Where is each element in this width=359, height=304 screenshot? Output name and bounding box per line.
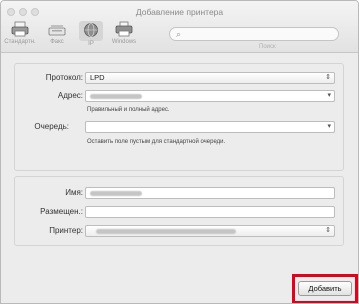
windows-printer-icon	[115, 21, 133, 37]
add-button-highlight	[292, 274, 358, 303]
address-value-redacted	[90, 93, 142, 99]
add-printer-window: Добавление принтера Стандартн. Факс IP W…	[0, 0, 359, 304]
fax-icon	[48, 25, 66, 36]
search-label: Поиск	[259, 44, 276, 50]
search-icon: ⌕	[176, 29, 182, 39]
name-label: Имя:	[65, 188, 83, 197]
window-title: Добавление принтера	[135, 7, 224, 17]
popup-arrows-icon: ⇕	[325, 74, 331, 81]
location-field[interactable]	[85, 206, 335, 218]
search-field[interactable]: ⌕	[169, 27, 339, 41]
protocol-select[interactable]: LPD ⇕	[85, 72, 335, 84]
toolbar-default-label: Стандартн.	[4, 39, 36, 45]
chevron-down-icon[interactable]: ▾	[327, 91, 331, 101]
globe-icon	[84, 23, 98, 37]
toolbar-ip-selected	[79, 21, 103, 41]
printer-driver-value-redacted	[96, 228, 236, 234]
location-label: Размещен.:	[40, 207, 83, 216]
toolbar-fax-label: Факс	[50, 39, 64, 45]
name-field[interactable]	[85, 187, 335, 199]
address-hint: Правильный и полный адрес.	[87, 107, 170, 113]
address-field[interactable]: ▾	[85, 90, 335, 102]
chevron-down-icon[interactable]: ▾	[327, 122, 331, 132]
toolbar-default-button[interactable]: Стандартн.	[3, 21, 37, 45]
protocol-label: Протокол:	[45, 73, 83, 82]
queue-hint: Оставить поле пустым для стандартной оче…	[87, 139, 226, 145]
titlebar: Добавление принтера Стандартн. Факс IP W…	[1, 1, 358, 53]
connection-panel: Протокол: LPD ⇕ Адрес: ▾ Правильный и по…	[14, 63, 344, 171]
toolbar-windows-label: Windows	[111, 39, 137, 45]
name-value-redacted	[90, 190, 142, 196]
toolbar-windows-button[interactable]: Windows	[109, 21, 139, 45]
address-label: Адрес:	[57, 91, 83, 100]
toolbar-ip-button[interactable]: IP	[79, 21, 103, 47]
queue-field[interactable]: ▾	[85, 121, 335, 133]
protocol-value: LPD	[90, 73, 105, 82]
printer-info-panel: Имя: Размещен.: Принтер: ⇕	[14, 176, 344, 246]
toolbar-fax-button[interactable]: Факс	[45, 21, 69, 45]
toolbar-ip-label: IP	[88, 41, 94, 47]
printer-icon	[11, 21, 29, 37]
printer-driver-select[interactable]: ⇕	[85, 225, 335, 237]
popup-arrows-icon: ⇕	[325, 227, 331, 234]
queue-label: Очередь:	[34, 122, 69, 131]
printer-label: Принтер:	[49, 226, 83, 235]
